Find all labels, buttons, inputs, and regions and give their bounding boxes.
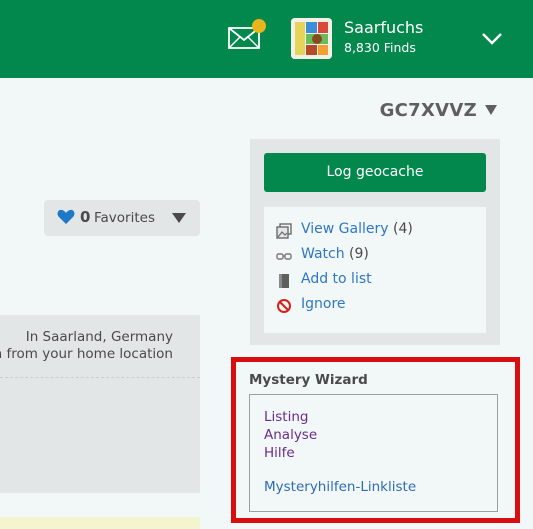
mystery-wizard-highlight: Mystery Wizard Listing Analyse Hilfe Mys… [231, 357, 520, 523]
chevron-down-icon[interactable] [480, 30, 504, 46]
favorites-label: Favorites [94, 210, 155, 226]
cache-actions-sidebar: Log geocache View Gallery (4) Watch (9) [250, 139, 500, 345]
view-gallery-label[interactable]: View Gallery [301, 221, 389, 237]
hilfe-link[interactable]: Hilfe [264, 445, 295, 461]
cache-code: GC7XVVZ [379, 100, 477, 121]
content-panel [0, 378, 200, 493]
cache-links-box: View Gallery (4) Watch (9) Add to list I… [264, 207, 486, 333]
mystery-wizard-title: Mystery Wizard [249, 372, 368, 388]
ignore-label[interactable]: Ignore [301, 296, 346, 312]
finds-count: 8,830 Finds [344, 40, 416, 55]
mystery-wizard-box: Listing Analyse Hilfe Mysteryhilfen-Link… [249, 394, 498, 512]
log-geocache-button[interactable]: Log geocache [264, 153, 486, 192]
glasses-icon [276, 253, 292, 260]
location-distance: n from your home location [0, 346, 173, 362]
watch-count: (9) [349, 246, 369, 262]
notification-dot [252, 19, 266, 33]
caret-down-icon[interactable] [171, 212, 187, 224]
notice-strip [0, 517, 200, 529]
location-panel: In Saarland, Germany n from your home lo… [0, 315, 200, 378]
location-region: In Saarland, Germany [25, 329, 173, 345]
listing-link[interactable]: Listing [264, 409, 308, 425]
ignore-icon [277, 299, 291, 313]
add-to-list-label[interactable]: Add to list [301, 271, 372, 287]
analyse-link[interactable]: Analyse [264, 427, 317, 443]
favorites-count: 0 [80, 208, 91, 226]
caret-down-icon[interactable] [484, 103, 498, 117]
bookmark-icon [279, 274, 289, 288]
mysteryhilfen-linkliste-link[interactable]: Mysteryhilfen-Linkliste [264, 479, 416, 495]
gallery-count: (4) [393, 221, 413, 237]
username[interactable]: Saarfuchs [344, 18, 423, 37]
heart-icon [57, 209, 75, 224]
avatar[interactable] [291, 18, 332, 59]
top-header: Saarfuchs 8,830 Finds [0, 0, 533, 78]
favorites-button[interactable]: 0 Favorites [44, 200, 200, 236]
watch-label[interactable]: Watch [301, 246, 345, 262]
gallery-icon [276, 223, 292, 239]
